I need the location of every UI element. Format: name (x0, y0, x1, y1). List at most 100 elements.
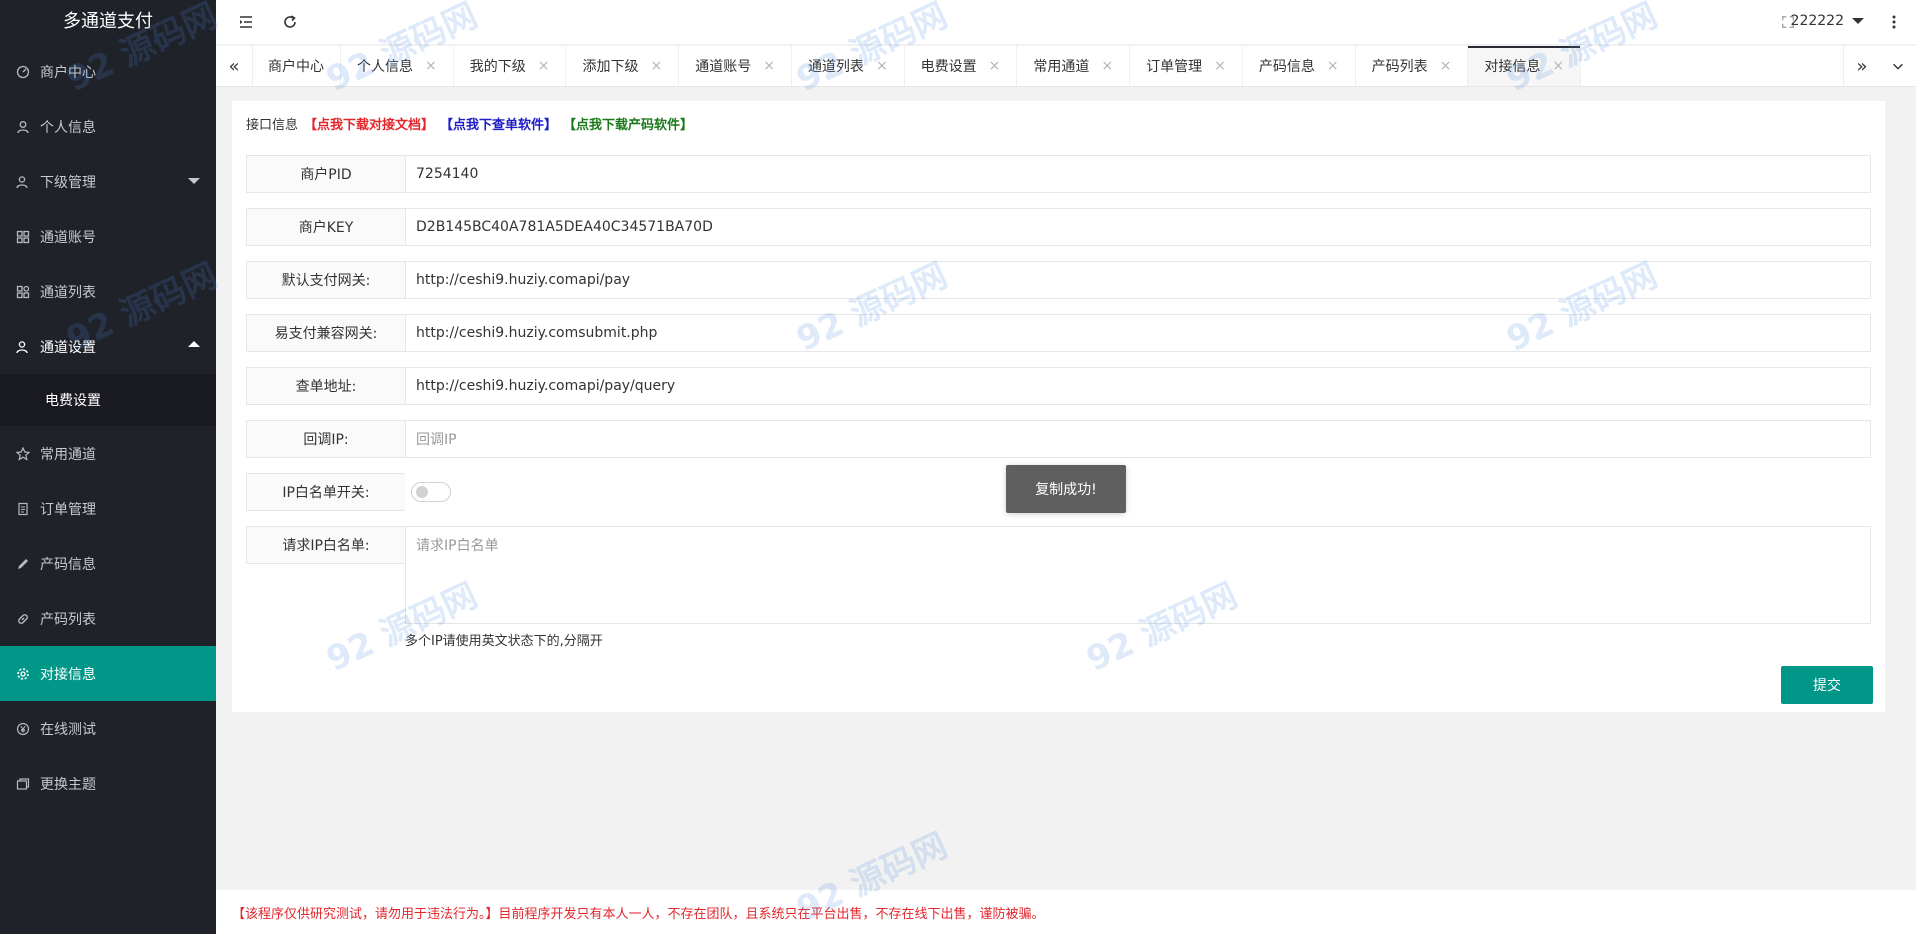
refresh-icon[interactable] (280, 12, 300, 32)
tab-integration-info[interactable]: 对接信息 × (1468, 46, 1582, 86)
tab-list: 商户中心 个人信息 × 我的下级 × 添加下级 × 通道账号 × 通道列表 × 电费设置 ×… (252, 46, 1582, 86)
sidebar-item-common-channels[interactable]: 常用通道 (0, 426, 216, 481)
gear-icon (16, 667, 30, 681)
query-url-field[interactable]: http://ceshi9.huziy.comapi/pay/query (405, 367, 1871, 405)
tab-label: 订单管理 (1146, 59, 1203, 75)
footer-notice: 【该程序仅供研究测试，请勿用于违法行为。】目前程序开发只有本人一人，不存在团队，… (216, 890, 1916, 934)
sidebar-item-label: 在线测试 (40, 721, 96, 738)
sidebar-item-code-list[interactable]: 产码列表 (0, 591, 216, 646)
gateway-label: 默认支付网关: (246, 261, 405, 299)
epay-gateway-field[interactable]: http://ceshi9.huziy.comsubmit.php (405, 314, 1871, 352)
sidebar-item-code-info[interactable]: 产码信息 (0, 536, 216, 591)
sidebar-item-label: 对接信息 (40, 666, 96, 683)
sidebar-item-online-test[interactable]: 在线测试 (0, 701, 216, 756)
gateway-field[interactable]: http://ceshi9.huziy.comapi/pay (405, 261, 1871, 299)
dashboard-icon (16, 65, 30, 79)
key-field[interactable]: D2B145BC40A781A5DEA40C34571BA70D (405, 208, 1871, 246)
close-icon[interactable]: × (1101, 58, 1113, 74)
user-menu[interactable]: 222222 (1791, 13, 1864, 29)
pencil-icon (16, 557, 30, 571)
epay-gateway-label: 易支付兼容网关: (246, 314, 405, 352)
submit-button[interactable]: 提交 (1781, 666, 1873, 704)
chevron-up-icon (188, 341, 200, 347)
tab-label: 商户中心 (268, 59, 324, 75)
link-icon (16, 612, 30, 626)
tab-common-channels[interactable]: 常用通道 × (1017, 46, 1131, 86)
user-settings-icon (16, 340, 30, 354)
caret-down-icon (1852, 18, 1864, 24)
tab-label: 电费设置 (920, 59, 977, 75)
sidebar-nav: 商户中心 个人信息 下级管理 通道账号 通道列表 通道设置 电费设置 常用通道 … (0, 44, 216, 811)
tab-label: 产码信息 (1258, 59, 1315, 75)
callback-ip-input[interactable]: 回调IP (405, 420, 1871, 458)
card-header: 接口信息 【点我下载对接文档】 【点我下查单软件】 【点我下载产码软件】 (232, 101, 1885, 145)
tab-channel-list[interactable]: 通道列表 × (792, 46, 905, 86)
tab-electricity-settings[interactable]: 电费设置 × (905, 46, 1018, 86)
close-icon[interactable]: × (1552, 58, 1564, 74)
tab-code-list[interactable]: 产码列表 × (1356, 46, 1469, 86)
tabs-menu-chevron-down-icon[interactable] (1880, 46, 1916, 86)
tab-my-subordinates[interactable]: 我的下级 × (454, 46, 567, 86)
ip-switch-label: IP白名单开关: (246, 473, 405, 511)
sidebar-item-label: 个人信息 (40, 119, 96, 136)
close-icon[interactable]: × (1327, 58, 1339, 74)
app-logo[interactable]: 多通道支付 (0, 0, 216, 44)
ip-whitelist-textarea[interactable]: 请求IP白名单 (405, 526, 1871, 624)
tabs-scroll-right-icon[interactable]: » (1843, 46, 1880, 86)
download-query-software-link[interactable]: 【点我下查单软件】 (440, 114, 557, 133)
close-icon[interactable]: × (538, 58, 550, 74)
sidebar-item-label: 电费设置 (45, 393, 101, 409)
sidebar-item-label: 通道列表 (40, 284, 96, 301)
gateway-row: 默认支付网关: http://ceshi9.huziy.comapi/pay (246, 261, 1871, 299)
ip-whitelist-tip: 多个IP请使用英文状态下的,分隔开 (405, 634, 603, 649)
close-icon[interactable]: × (1440, 58, 1452, 74)
sidebar-item-channel-settings[interactable]: 通道设置 (0, 319, 216, 374)
tab-channel-accounts[interactable]: 通道账号 × (679, 46, 792, 86)
sidebar-item-integration-info[interactable]: 对接信息 (0, 646, 216, 701)
sidebar-item-orders[interactable]: 订单管理 (0, 481, 216, 536)
sidebar-subitem-electricity-settings[interactable]: 电费设置 (0, 374, 216, 426)
query-url-label: 查单地址: (246, 367, 405, 405)
tab-merchant-center[interactable]: 商户中心 (252, 46, 341, 86)
more-vertical-icon[interactable] (1884, 12, 1904, 32)
tab-profile[interactable]: 个人信息 × (341, 46, 454, 86)
sidebar-item-merchant-center[interactable]: 商户中心 (0, 44, 216, 99)
yen-icon (16, 722, 30, 736)
sidebar-item-label: 通道设置 (40, 339, 96, 356)
tabs-scroll-left-icon[interactable]: « (216, 46, 253, 86)
tab-label: 产码列表 (1371, 59, 1428, 75)
apps-icon (16, 285, 30, 299)
download-code-software-link[interactable]: 【点我下载产码软件】 (563, 114, 693, 133)
epay-gateway-row: 易支付兼容网关: http://ceshi9.huziy.comsubmit.p… (246, 314, 1871, 352)
tab-label: 个人信息 (357, 59, 413, 75)
sidebar-item-label: 下级管理 (40, 174, 96, 191)
callback-ip-label: 回调IP: (246, 420, 405, 458)
sidebar: 多通道支付 商户中心 个人信息 下级管理 通道账号 通道列表 通道设置 电费设置… (0, 0, 216, 934)
sidebar-item-label: 常用通道 (40, 446, 96, 463)
tab-label: 添加下级 (582, 59, 639, 75)
sidebar-item-subordinates[interactable]: 下级管理 (0, 154, 216, 209)
sidebar-item-channel-accounts[interactable]: 通道账号 (0, 209, 216, 264)
key-label: 商户KEY (246, 208, 405, 246)
sidebar-item-change-theme[interactable]: 更换主题 (0, 756, 216, 811)
ip-whitelist-toggle[interactable] (411, 482, 451, 502)
sidebar-item-profile[interactable]: 个人信息 (0, 99, 216, 154)
ip-whitelist-label: 请求IP白名单: (246, 526, 405, 564)
tab-code-info[interactable]: 产码信息 × (1243, 46, 1356, 86)
close-icon[interactable]: × (425, 58, 437, 74)
sidebar-item-channel-list[interactable]: 通道列表 (0, 264, 216, 319)
key-row: 商户KEY D2B145BC40A781A5DEA40C34571BA70D (246, 208, 1871, 246)
close-icon[interactable]: × (989, 58, 1001, 74)
pid-label: 商户PID (246, 155, 405, 193)
tab-orders[interactable]: 订单管理 × (1130, 46, 1243, 86)
close-icon[interactable]: × (876, 58, 888, 74)
pid-field[interactable]: 7254140 (405, 155, 1871, 193)
close-icon[interactable]: × (1214, 58, 1226, 74)
close-icon[interactable]: × (763, 58, 775, 74)
download-docs-link[interactable]: 【点我下载对接文档】 (304, 114, 434, 133)
close-icon[interactable]: × (650, 58, 662, 74)
user-icon (16, 120, 30, 134)
callback-ip-row: 回调IP: 回调IP (246, 420, 1871, 458)
menu-toggle-icon[interactable] (236, 12, 256, 32)
tab-add-subordinate[interactable]: 添加下级 × (566, 46, 680, 86)
